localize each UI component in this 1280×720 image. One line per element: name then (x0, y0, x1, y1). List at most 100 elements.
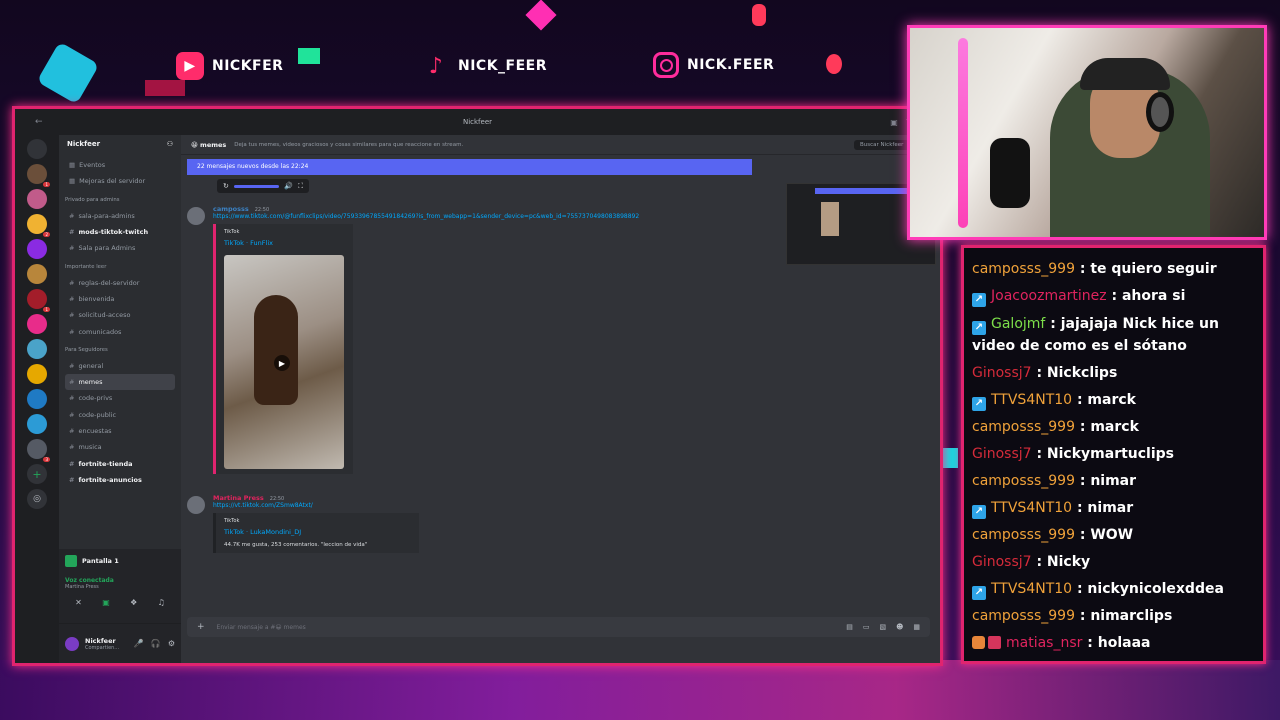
back-arrow-icon[interactable]: ← (35, 117, 43, 127)
channel-item[interactable]: # code-privs (65, 390, 175, 406)
chat-username[interactable]: TTVS4NT10 (991, 500, 1072, 516)
video-thumbnail[interactable]: ▶ (224, 255, 344, 469)
channel-item[interactable]: # memes (65, 373, 175, 391)
explore-icon[interactable]: ◎ (27, 489, 47, 509)
soundboard-icon[interactable]: ♫ (158, 598, 165, 607)
channel-item[interactable]: # fortnite-anuncios (65, 472, 175, 488)
chat-username[interactable]: Galojmf (991, 316, 1045, 332)
channel-label: encuestas (78, 427, 112, 435)
direct-messages-icon[interactable] (27, 139, 47, 159)
channel-item[interactable]: # general (65, 358, 175, 374)
message-input[interactable]: Enviar mensaje a #😀 memes (217, 624, 306, 631)
channel-item[interactable]: # reglas-del-servidor (65, 274, 175, 290)
headphones-icon[interactable]: 🎧 (151, 639, 161, 648)
channel-item[interactable]: # encuestas (65, 423, 175, 439)
category-header[interactable]: Para Seguidores (65, 343, 175, 358)
category-header[interactable]: Importante leer (65, 259, 175, 274)
gif-icon[interactable]: ▭ (863, 623, 870, 631)
server-header[interactable]: Nickfeer ⚇ (59, 135, 181, 153)
audio-progress[interactable] (233, 184, 280, 188)
chat-message: ↗ Galojmf : jajajaja Nick hice un video d… (972, 310, 1255, 360)
emoji-icon[interactable]: ☻ (896, 623, 903, 631)
add-attachment-icon[interactable]: + (197, 622, 205, 632)
new-messages-banner[interactable]: 22 mensajes nuevos desde las 22:24 (187, 159, 752, 175)
add-server-icon[interactable]: + (27, 464, 47, 484)
chat-username[interactable]: camposss_999 (972, 608, 1075, 624)
hash-icon: # (69, 278, 75, 287)
apps-icon[interactable]: ▦ (913, 623, 920, 631)
activities-icon[interactable]: ❖ (130, 598, 137, 607)
message-author[interactable]: camposss (213, 205, 249, 213)
sidebar-item[interactable]: ▦ Eventos (65, 157, 175, 173)
inbox-icon[interactable]: ▣ (890, 118, 898, 127)
channel-label: reglas-del-servidor (78, 278, 140, 287)
server-icon[interactable]: 1 (27, 289, 50, 312)
avatar[interactable] (187, 207, 205, 225)
audio-player[interactable]: ↻ 🔊 ⛶ (217, 179, 309, 193)
chat-message: camposss_999 : nimar (972, 468, 1255, 495)
category-header[interactable]: Privado para admins (65, 193, 175, 208)
chat-username[interactable]: Joacoozmartinez (991, 288, 1107, 304)
discord-window: ← Nickfeer ▣ ? 1 2 1 3 + ◎ Nickfeer ⚇ ▦E… (12, 106, 943, 666)
message-author[interactable]: Martina Press (213, 494, 264, 502)
chat-username[interactable]: Ginossj7 (972, 365, 1032, 381)
sidebar-item[interactable]: ▦ Mejoras del servidor (65, 173, 175, 189)
volume-icon[interactable]: 🔊 (284, 182, 293, 190)
hash-icon: # (69, 311, 75, 320)
server-icon[interactable] (27, 314, 47, 334)
server-icon-active[interactable] (27, 239, 47, 259)
channel-label: sala-para-admins (78, 211, 135, 220)
embed-title[interactable]: TikTok · LukaMondini_DJ (224, 528, 411, 536)
server-icon[interactable]: 3 (27, 439, 50, 462)
embed-title[interactable]: TikTok · FunFlix (224, 239, 345, 247)
message-link[interactable]: https://vt.tiktok.com/ZSmw8Atxt/ (213, 502, 930, 509)
voice-channel: Martina Press (65, 584, 99, 590)
server-icon[interactable] (27, 189, 47, 209)
channel-label: code-privs (78, 394, 113, 403)
chat-username[interactable]: camposss_999 (972, 261, 1075, 277)
server-icon[interactable] (27, 414, 47, 434)
avatar[interactable] (65, 636, 79, 651)
chat-username[interactable]: Ginossj7 (972, 554, 1032, 570)
server-icon[interactable] (27, 264, 47, 284)
channel-item[interactable]: # sala-para-admins (65, 208, 175, 224)
add-member-icon[interactable]: ⚇ (167, 140, 173, 148)
channel-item[interactable]: # solicitud-acceso (65, 307, 175, 323)
chat-message: ↗ Joacoozmartinez : ahora si (972, 283, 1255, 310)
dog-image (254, 295, 298, 405)
chat-username[interactable]: Ginossj7 (972, 446, 1032, 462)
chat-username[interactable]: TTVS4NT10 (991, 581, 1072, 597)
chat-username[interactable]: camposss_999 (972, 527, 1075, 543)
avatar[interactable] (187, 496, 205, 514)
chat-username[interactable]: camposss_999 (972, 473, 1075, 489)
channel-item[interactable]: # bienvenida (65, 291, 175, 307)
channel-item[interactable]: # Sala para Admins (65, 240, 175, 256)
message-composer[interactable]: + Enviar mensaje a #😀 memes ▤ ▭ ▧ ☻ ▦ (187, 617, 930, 637)
channel-item[interactable]: # comunicados (65, 323, 175, 339)
chat-username[interactable]: TTVS4NT10 (991, 392, 1072, 408)
camera-off-icon[interactable]: ✕ (75, 598, 82, 607)
share-screen-button[interactable]: ▣ (102, 598, 110, 607)
chat-username[interactable]: matias_nsr (1006, 635, 1082, 651)
fullscreen-icon[interactable]: ⛶ (298, 182, 303, 191)
server-icon[interactable]: 1 (27, 164, 50, 187)
channel-item[interactable]: # code-public (65, 407, 175, 423)
gift-icon[interactable]: ▤ (846, 623, 853, 631)
chat-text: : nimarclips (1079, 608, 1173, 624)
server-icon[interactable] (27, 364, 47, 384)
chat-username[interactable]: camposss_999 (972, 419, 1075, 435)
server-icon[interactable] (27, 339, 47, 359)
server-icon[interactable] (27, 389, 47, 409)
channel-item[interactable]: # mods-tiktok-twitch (65, 224, 175, 240)
channel-item[interactable]: # fortnite-tienda (65, 455, 175, 471)
mic-icon[interactable]: 🎤 (134, 639, 144, 648)
replay-icon[interactable]: ↻ (223, 182, 229, 190)
server-icon[interactable]: 2 (27, 214, 50, 237)
settings-icon[interactable]: ⚙ (168, 639, 175, 648)
tiktok-icon: ♪ (428, 53, 444, 79)
channel-label: Para Seguidores (65, 347, 108, 354)
channel-item[interactable]: # musica (65, 439, 175, 455)
tiktok-handle: ♪ NICK_FEER (422, 52, 547, 80)
play-icon[interactable]: ▶ (274, 355, 290, 371)
sticker-icon[interactable]: ▧ (879, 623, 886, 631)
